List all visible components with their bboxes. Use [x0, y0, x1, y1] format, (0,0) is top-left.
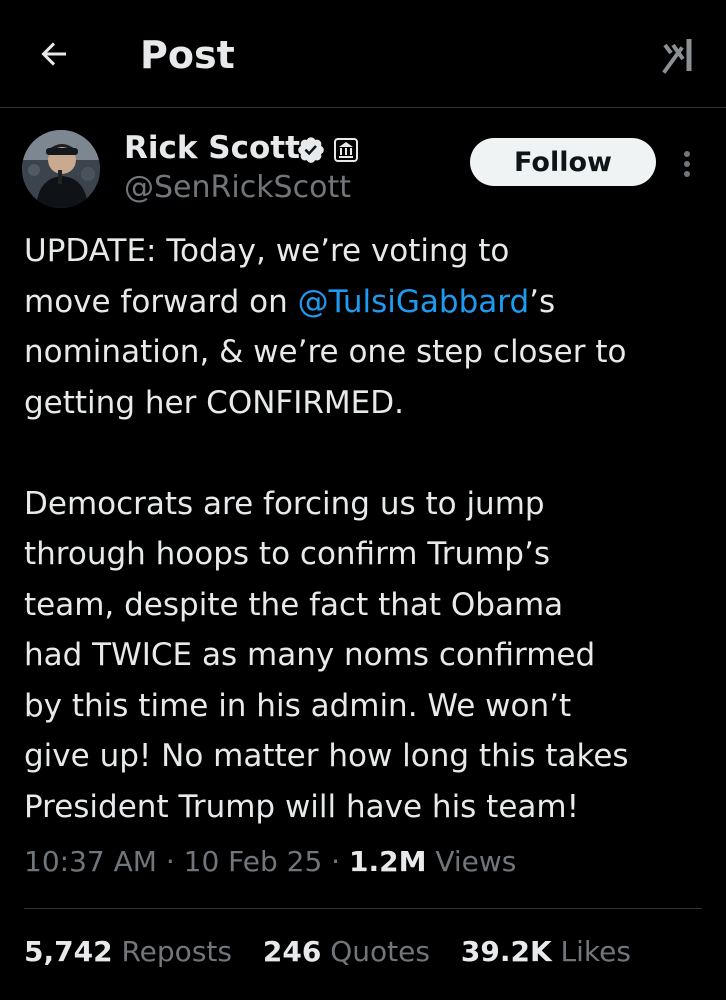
tweet-line: nomination, & we’re one step closer to — [24, 334, 627, 370]
author-name[interactable]: Rick Scott — [124, 128, 300, 168]
quotes-stat[interactable]: 246 Quotes — [263, 935, 430, 968]
post-time[interactable]: 10:37 AM — [24, 845, 157, 878]
government-badge-icon — [334, 138, 358, 162]
tweet-line: move forward on @TulsiGabbard’s — [24, 283, 556, 320]
tweet-meta: 10:37 AM · 10 Feb 25 · 1.2M Views — [24, 840, 516, 884]
post-date[interactable]: 10 Feb 25 — [184, 845, 323, 878]
quotes-label: Quotes — [330, 935, 430, 968]
divider — [24, 908, 702, 909]
tweet-line: President Trump will have his team! — [24, 788, 580, 825]
tweet-line: Democrats are forcing us to jump — [24, 485, 545, 522]
tweet-line: UPDATE: Today, we’re voting to — [24, 233, 510, 269]
author-row: Rick Scott @SenRickScott Follow — [0, 118, 726, 218]
page-title: Post — [140, 33, 235, 77]
tweet-text: UPDATE: Today, we’re voting to move forw… — [24, 226, 714, 832]
quotes-count: 246 — [262, 935, 322, 968]
paragraph-break — [24, 428, 714, 479]
verified-badge-icon — [298, 137, 324, 163]
meta-separator: · — [331, 845, 341, 878]
views-count[interactable]: 1.2M — [349, 845, 426, 878]
views-label[interactable]: Views — [435, 845, 516, 878]
top-bar: Post — [0, 0, 726, 108]
reposts-stat[interactable]: 5,742 Reposts — [24, 935, 232, 968]
tweet-line: by this time in his admin. We won’t — [24, 687, 572, 724]
grok-icon — [662, 39, 692, 74]
tweet-line: team, despite the fact that Obama — [24, 586, 564, 623]
back-button[interactable] — [30, 30, 78, 78]
reposts-label: Reposts — [121, 935, 232, 968]
likes-count: 39.2K — [460, 935, 552, 968]
author-handle[interactable]: @SenRickScott — [124, 168, 351, 208]
tweet-line: through hoops to confirm Trump’s — [24, 536, 550, 572]
more-vertical-icon — [684, 151, 690, 177]
more-options-button[interactable] — [672, 144, 702, 184]
mention-link[interactable]: @TulsiGabbard — [298, 284, 530, 320]
tweet-line: getting her CONFIRMED. — [24, 384, 404, 421]
grok-button[interactable] — [656, 32, 702, 78]
follow-button[interactable]: Follow — [470, 138, 656, 186]
likes-stat[interactable]: 39.2K Likes — [461, 935, 631, 968]
likes-label: Likes — [560, 935, 631, 968]
avatar-photo — [22, 130, 100, 208]
tweet-line: give up! No matter how long this takes — [24, 738, 629, 774]
tweet-line: had TWICE as many noms confirmed — [24, 637, 596, 673]
meta-separator: · — [165, 845, 175, 878]
arrow-left-icon — [41, 42, 66, 66]
avatar[interactable] — [22, 130, 100, 208]
reposts-count: 5,742 — [24, 935, 113, 968]
engagement-stats: 5,742 Reposts 246 Quotes 39.2K Likes — [24, 930, 653, 974]
